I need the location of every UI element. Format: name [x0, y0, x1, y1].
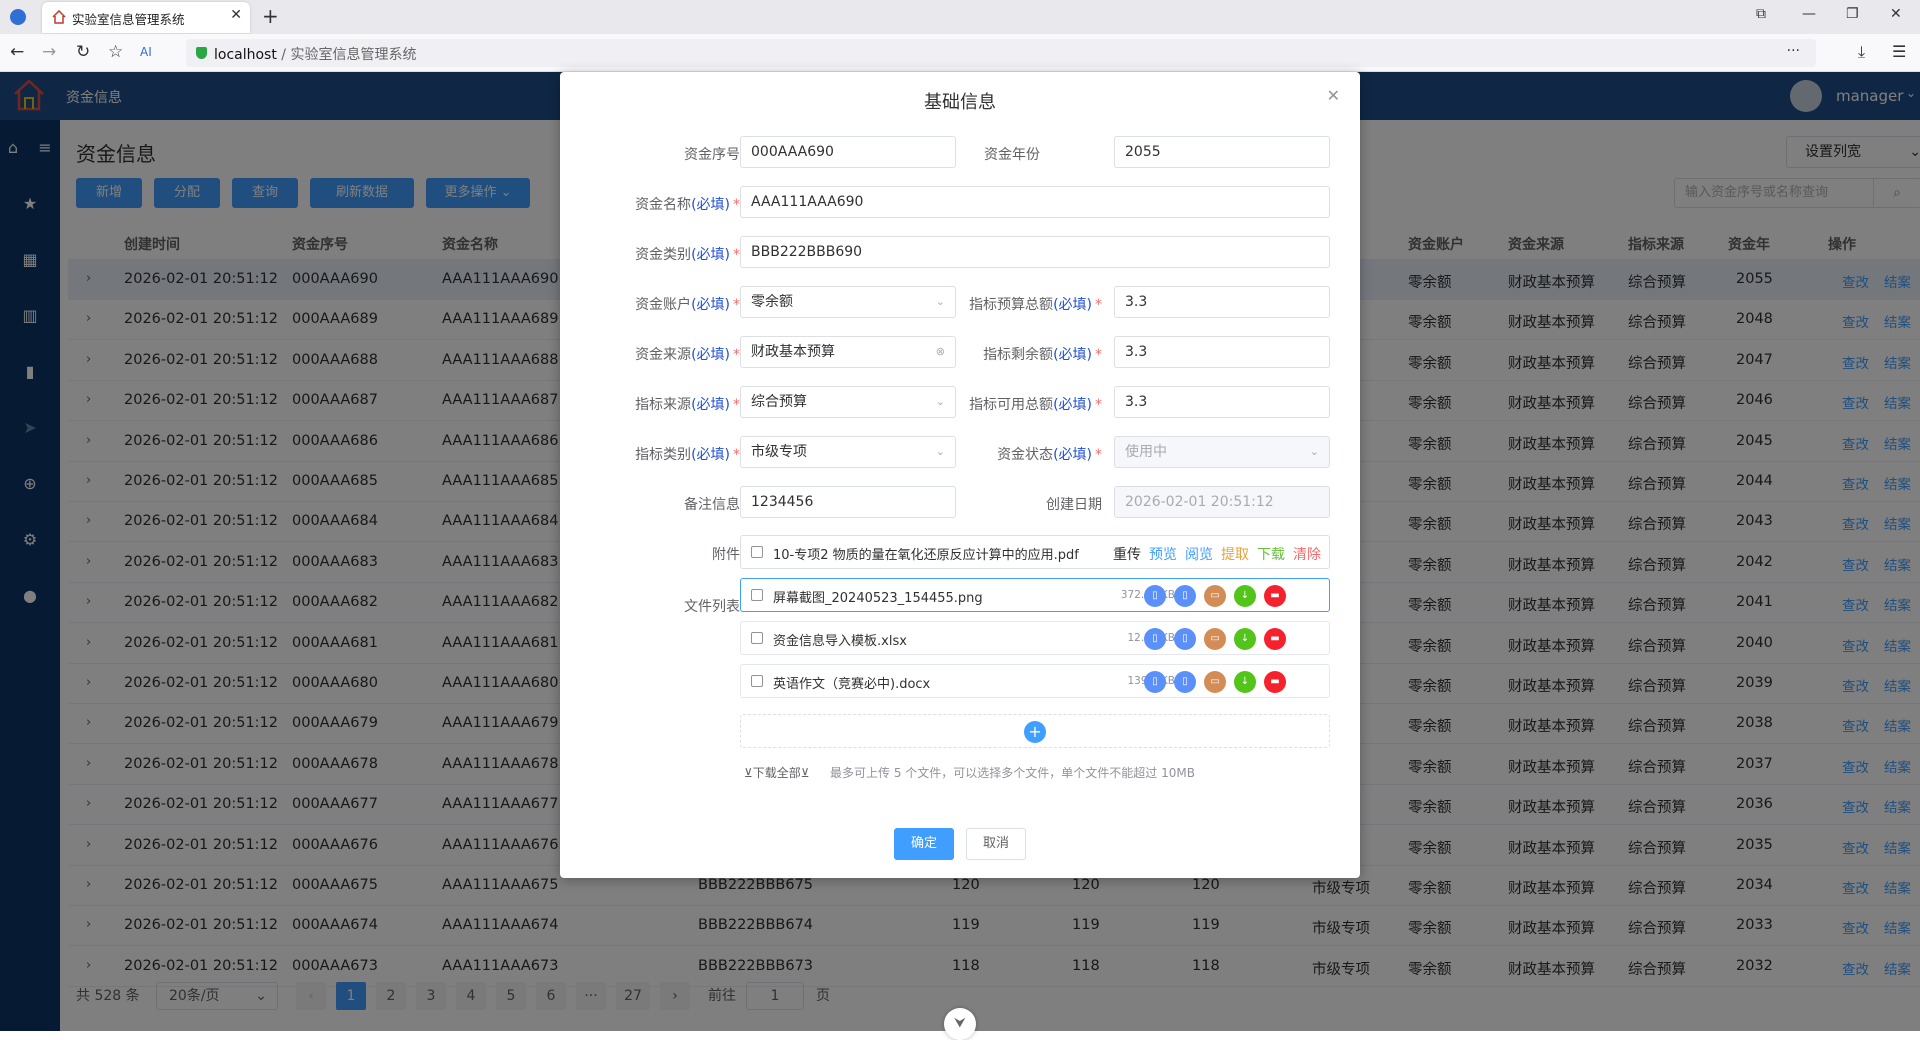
- tab-close-icon[interactable]: ✕: [230, 7, 242, 23]
- file-name: 英语作文（竞赛必中).docx: [773, 677, 931, 692]
- menu-icon[interactable]: ☰: [1892, 42, 1906, 61]
- browser-tab[interactable]: 实验室信息管理系统 ✕: [42, 2, 250, 33]
- created-input: 2026-02-01 20:51:12: [1114, 486, 1330, 518]
- extract-link[interactable]: 提取: [1221, 544, 1249, 564]
- add-file-icon[interactable]: +: [1024, 721, 1046, 743]
- download-link[interactable]: 下载: [1257, 544, 1285, 564]
- download-icon[interactable]: ↓: [1234, 585, 1256, 607]
- ai-extension-icon[interactable]: AI: [140, 45, 152, 59]
- address-bar[interactable]: localhost / 实验室信息管理系统 ···: [186, 39, 1816, 67]
- home-favicon-icon: [52, 10, 66, 24]
- attachment-field: 10-专项2 物质的量在氧化还原反应计算中的应用.pdf 重传 预览 阅览 提取…: [740, 535, 1330, 569]
- restore-icon[interactable]: ❐: [1846, 6, 1859, 22]
- label-idx-category: 指标类别(必填) *: [635, 447, 740, 463]
- read-icon[interactable]: ▯: [1174, 628, 1196, 650]
- new-tab-icon[interactable]: +: [262, 4, 279, 28]
- reupload-link[interactable]: 重传: [1113, 544, 1141, 564]
- label-file-list: 文件列表: [684, 599, 740, 615]
- back-icon[interactable]: ←: [10, 42, 24, 62]
- close-icon[interactable]: ✕: [1327, 86, 1340, 105]
- available-input[interactable]: 3.3: [1114, 386, 1330, 418]
- minimize-icon[interactable]: —: [1802, 6, 1816, 22]
- delete-icon[interactable]: ▬: [1264, 585, 1286, 607]
- forward-icon[interactable]: →: [42, 42, 56, 62]
- upload-tip: 最多可上传 5 个文件，可以选择多个文件，单个文件不能超过 10MB: [830, 766, 1195, 780]
- delete-icon[interactable]: ▬: [1264, 671, 1286, 693]
- read-icon[interactable]: ▯: [1174, 585, 1196, 607]
- status-select: 使用中 ⌄: [1114, 436, 1330, 468]
- extract-icon[interactable]: ▭: [1204, 628, 1226, 650]
- label-remaining: 指标剩余额(必填) *: [983, 347, 1102, 363]
- file-row[interactable]: 英语作文（竞赛必中).docx 139.6 KB ▯ ▯ ▭ ↓ ▬: [740, 664, 1330, 698]
- preview-icon[interactable]: ▯: [1144, 585, 1166, 607]
- add-file-area[interactable]: +: [740, 714, 1330, 748]
- tab-title: 实验室信息管理系统: [72, 12, 185, 27]
- cancel-button[interactable]: 取消: [966, 828, 1026, 860]
- file-row[interactable]: 屏幕截图_20240523_154455.png 372.07 KB ▯ ▯ ▭ ↓ ▬: [740, 578, 1330, 612]
- file-icon: [751, 675, 763, 687]
- file-icon: [751, 589, 763, 601]
- preview-icon[interactable]: ▯: [1144, 628, 1166, 650]
- remaining-input[interactable]: 3.3: [1114, 336, 1330, 368]
- download-all-link[interactable]: ⊻下载全部⊻: [744, 764, 810, 781]
- label-attachment: 附件: [712, 547, 740, 563]
- browser-toolbar: ← → ↻ ☆ AI localhost / 实验室信息管理系统 ··· ⤓ ☰: [0, 34, 1920, 72]
- preview-link[interactable]: 预览: [1149, 544, 1177, 564]
- read-link[interactable]: 阅览: [1185, 544, 1213, 564]
- basic-info-dialog: 基础信息 ✕ 资金序号 000AAA690 资金年份 2055 资金名称(必填)…: [560, 72, 1360, 878]
- clear-link[interactable]: 清除: [1293, 544, 1321, 564]
- budget-total-input[interactable]: 3.3: [1114, 286, 1330, 318]
- browser-logo-icon: [10, 9, 26, 25]
- bookmark-star-icon[interactable]: ☆: [108, 42, 123, 62]
- label-remark: 备注信息: [684, 497, 740, 513]
- extract-icon[interactable]: ▭: [1204, 671, 1226, 693]
- attachment-filename[interactable]: 10-专项2 物质的量在氧化还原反应计算中的应用.pdf: [773, 544, 1079, 563]
- read-icon[interactable]: ▯: [1174, 671, 1196, 693]
- tab-list-icon[interactable]: ⧉: [1756, 6, 1766, 22]
- file-icon: [751, 632, 763, 644]
- file-icon: [751, 546, 763, 558]
- download-icon[interactable]: ↓: [1234, 628, 1256, 650]
- label-category: 资金类别(必填) *: [635, 247, 740, 263]
- name-input[interactable]: AAA111AAA690: [740, 186, 1330, 218]
- year-input[interactable]: 2055: [1114, 136, 1330, 168]
- browser-tab-strip: 实验室信息管理系统 ✕ + ⧉ — ❐ ✕: [0, 0, 1920, 34]
- window-close-icon[interactable]: ✕: [1890, 6, 1902, 22]
- label-name: 资金名称(必填) *: [635, 197, 740, 213]
- label-source: 资金来源(必填) *: [635, 347, 740, 363]
- file-name: 屏幕截图_20240523_154455.png: [773, 591, 983, 606]
- category-input[interactable]: BBB222BBB690: [740, 236, 1330, 268]
- extract-icon[interactable]: ▭: [1204, 585, 1226, 607]
- preview-icon[interactable]: ▯: [1144, 671, 1166, 693]
- secure-shield-icon: [196, 47, 207, 59]
- scroll-down-icon[interactable]: ⮟: [944, 1008, 976, 1040]
- file-row[interactable]: 资金信息导入模板.xlsx 12.23 KB ▯ ▯ ▭ ↓ ▬: [740, 621, 1330, 655]
- page-actions-icon[interactable]: ···: [1787, 43, 1800, 59]
- label-year: 资金年份: [984, 147, 1040, 163]
- downloads-icon[interactable]: ⤓: [1858, 42, 1865, 62]
- chevron-down-icon: ⌄: [1309, 445, 1319, 458]
- label-seq: 资金序号: [684, 147, 740, 163]
- dialog-title: 基础信息: [924, 92, 996, 113]
- label-idx-source: 指标来源(必填) *: [635, 397, 740, 413]
- label-available: 指标可用总额(必填) *: [969, 397, 1102, 413]
- confirm-button[interactable]: 确定: [894, 828, 954, 860]
- label-account: 资金账户(必填) *: [635, 297, 740, 313]
- url-text: localhost / 实验室信息管理系统: [214, 47, 417, 63]
- download-icon[interactable]: ↓: [1234, 671, 1256, 693]
- reload-icon[interactable]: ↻: [76, 42, 90, 62]
- file-name: 资金信息导入模板.xlsx: [773, 634, 907, 649]
- label-status: 资金状态(必填) *: [997, 447, 1102, 463]
- delete-icon[interactable]: ▬: [1264, 628, 1286, 650]
- label-budget-total: 指标预算总额(必填) *: [969, 297, 1102, 313]
- label-created: 创建日期: [1046, 497, 1102, 513]
